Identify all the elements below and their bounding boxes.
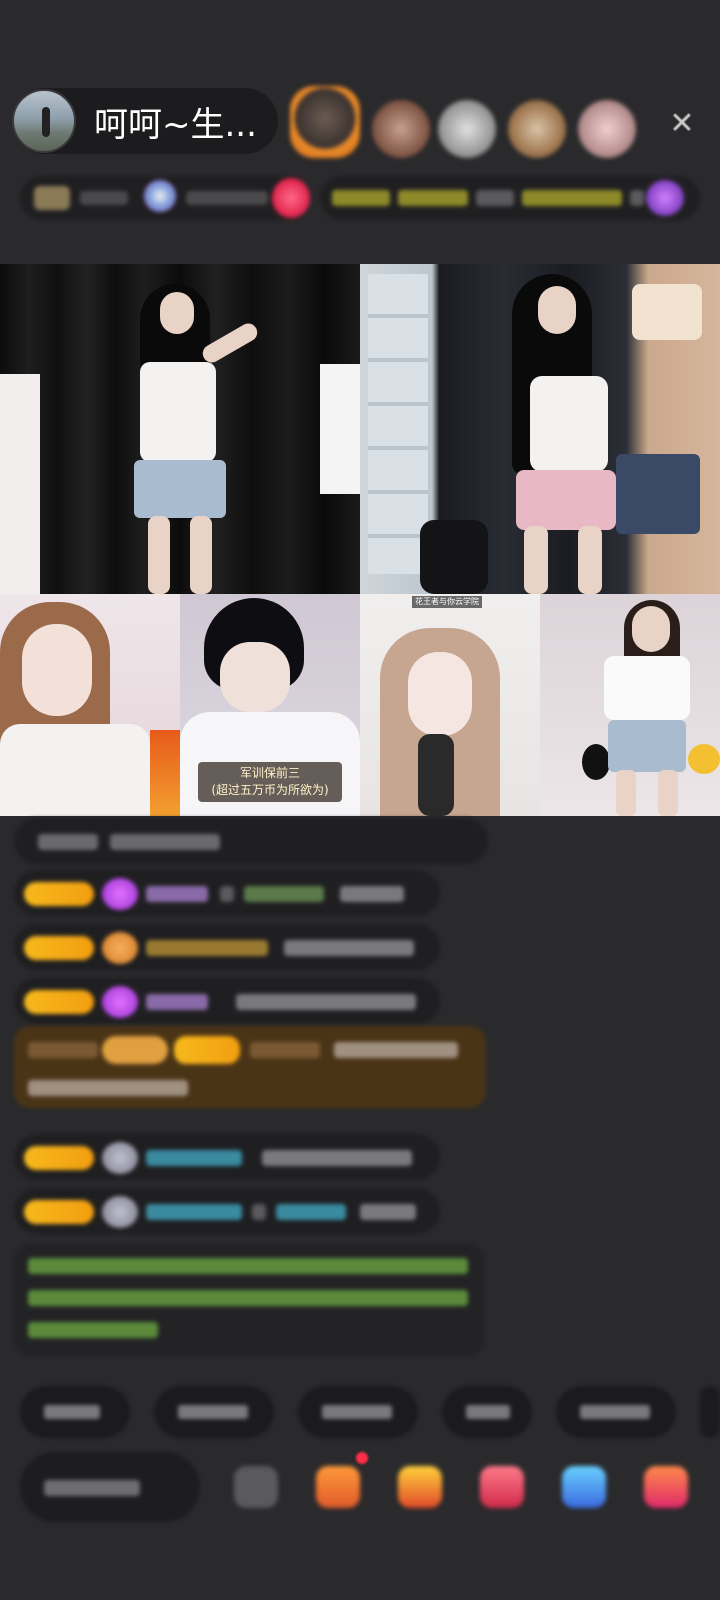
room-info-row <box>0 176 720 220</box>
lamp <box>632 284 702 340</box>
host-info[interactable]: 呵呵~生... <box>12 88 278 154</box>
top-viewer-avatar[interactable] <box>508 100 566 158</box>
video-tile-5[interactable]: 花王者与你云学院 <box>360 594 540 816</box>
chat-message <box>14 924 440 970</box>
top-viewer-avatar[interactable] <box>290 86 360 158</box>
gift-sticker <box>150 730 180 816</box>
shelf <box>0 374 40 594</box>
chat-message-highlight <box>14 1026 486 1108</box>
chat-message <box>14 1134 440 1180</box>
video-tile-6[interactable] <box>540 594 720 816</box>
video-tile-2[interactable] <box>360 264 720 594</box>
quick-chip[interactable] <box>154 1386 274 1438</box>
chat-message <box>14 870 440 916</box>
quick-chip[interactable] <box>20 1386 130 1438</box>
rank-badge[interactable] <box>20 176 310 220</box>
microphone <box>418 734 454 816</box>
microphone <box>420 520 488 594</box>
quick-chip[interactable] <box>442 1386 532 1438</box>
top-viewer-avatar[interactable] <box>438 100 496 158</box>
panda-plush <box>582 744 610 780</box>
quick-chip[interactable] <box>700 1386 720 1438</box>
nightstand <box>616 454 700 534</box>
live-room-header: 呵呵~生... ✕ <box>0 82 720 162</box>
chat-message <box>14 978 440 1024</box>
chat-message <box>14 818 488 864</box>
video-tile-4[interactable]: 军训保前三 (超过五万币为所欲为) <box>180 594 360 816</box>
studio-light <box>320 364 360 494</box>
treasure-icon[interactable] <box>398 1466 442 1508</box>
close-icon[interactable]: ✕ <box>664 106 700 142</box>
comment-input[interactable] <box>20 1452 200 1522</box>
tile-caption: 军训保前三 (超过五万币为所欲为) <box>198 762 342 802</box>
multi-guest-video-grid: 军训保前三 (超过五万币为所欲为) 花王者与你云学院 <box>0 264 720 816</box>
top-viewer-avatar[interactable] <box>372 100 430 158</box>
caption-line-2: (超过五万币为所欲为) <box>211 783 329 797</box>
duck-plush <box>688 744 720 774</box>
game-icon[interactable] <box>562 1466 606 1508</box>
quick-chips <box>0 1386 720 1438</box>
host-name[interactable]: 呵呵~生... <box>94 97 257 146</box>
gift-icon[interactable] <box>316 1466 360 1508</box>
system-notice <box>14 1244 484 1356</box>
video-tile-1[interactable] <box>0 264 360 594</box>
top-viewer-avatar[interactable] <box>578 100 636 158</box>
video-tile-3[interactable] <box>0 594 180 816</box>
more-icon[interactable] <box>644 1466 688 1508</box>
quick-chip[interactable] <box>298 1386 418 1438</box>
chat-message-list[interactable] <box>0 816 720 1356</box>
lucky-icon[interactable] <box>480 1466 524 1508</box>
emoji-icon[interactable] <box>234 1466 278 1508</box>
host-avatar[interactable] <box>12 89 76 153</box>
chat-message <box>14 1188 440 1234</box>
quick-chip[interactable] <box>556 1386 676 1438</box>
notification-dot <box>356 1452 368 1464</box>
tile-tag: 花王者与你云学院 <box>412 596 482 608</box>
shelf <box>368 274 428 574</box>
room-tags-badge[interactable] <box>320 176 700 220</box>
caption-line-1: 军训保前三 <box>239 766 300 780</box>
